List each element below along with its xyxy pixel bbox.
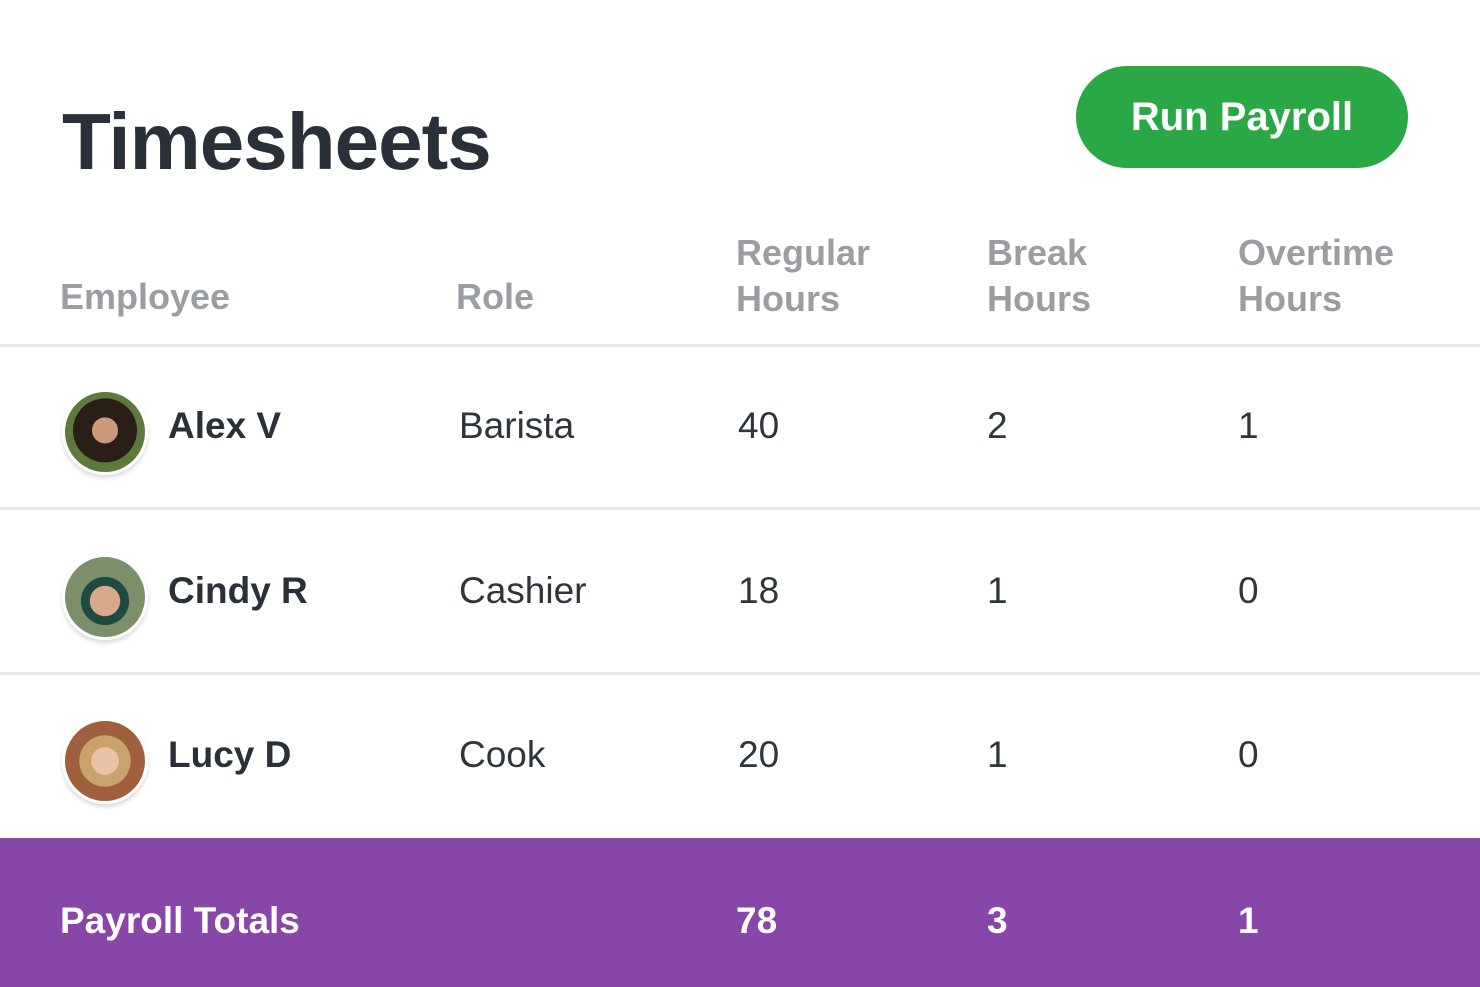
avatar (62, 718, 148, 804)
totals-overtime-hours: 1 (1238, 900, 1259, 941)
run-payroll-button[interactable]: Run Payroll (1076, 66, 1408, 168)
break-hours: 1 (987, 570, 1008, 611)
regular-hours: 40 (738, 405, 780, 446)
page-title: Timesheets (62, 97, 492, 186)
header-role: Role (456, 276, 535, 317)
header-break-line2: Hours (987, 278, 1092, 319)
avatar (62, 389, 148, 475)
employee-role: Cook (459, 734, 546, 775)
table-row[interactable]: Alex V Barista 40 2 1 (0, 345, 1480, 510)
totals-label: Payroll Totals (60, 900, 300, 941)
employee-name: Alex V (168, 405, 282, 446)
header-overtime-hours: Overtime Hours (1238, 230, 1394, 322)
header-break-hours: Break Hours (987, 230, 1091, 322)
header-employee: Employee (60, 276, 231, 317)
employee-name: Cindy R (168, 570, 308, 611)
table-row[interactable]: Cindy R Cashier 18 1 0 (0, 510, 1480, 675)
break-hours: 2 (987, 405, 1008, 446)
header-overtime-line1: Overtime (1238, 232, 1395, 273)
header-regular-hours: Regular Hours (736, 230, 870, 322)
totals-regular-hours: 78 (736, 900, 778, 941)
regular-hours: 18 (738, 570, 780, 611)
overtime-hours: 0 (1238, 734, 1259, 775)
avatar (62, 554, 148, 640)
header-break-line1: Break (987, 232, 1088, 273)
table-row[interactable]: Lucy D Cook 20 1 0 (0, 674, 1480, 836)
regular-hours: 20 (738, 734, 780, 775)
overtime-hours: 1 (1238, 405, 1259, 446)
employee-role: Cashier (459, 570, 587, 611)
totals-break-hours: 3 (987, 900, 1008, 941)
employee-role: Barista (459, 405, 575, 446)
payroll-totals-row: Payroll Totals 78 3 1 (0, 838, 1480, 987)
header-regular-line1: Regular (736, 232, 871, 273)
overtime-hours: 0 (1238, 570, 1259, 611)
break-hours: 1 (987, 734, 1008, 775)
header-overtime-line2: Hours (1238, 278, 1343, 319)
header-regular-line2: Hours (736, 278, 841, 319)
employee-name: Lucy D (168, 734, 292, 775)
